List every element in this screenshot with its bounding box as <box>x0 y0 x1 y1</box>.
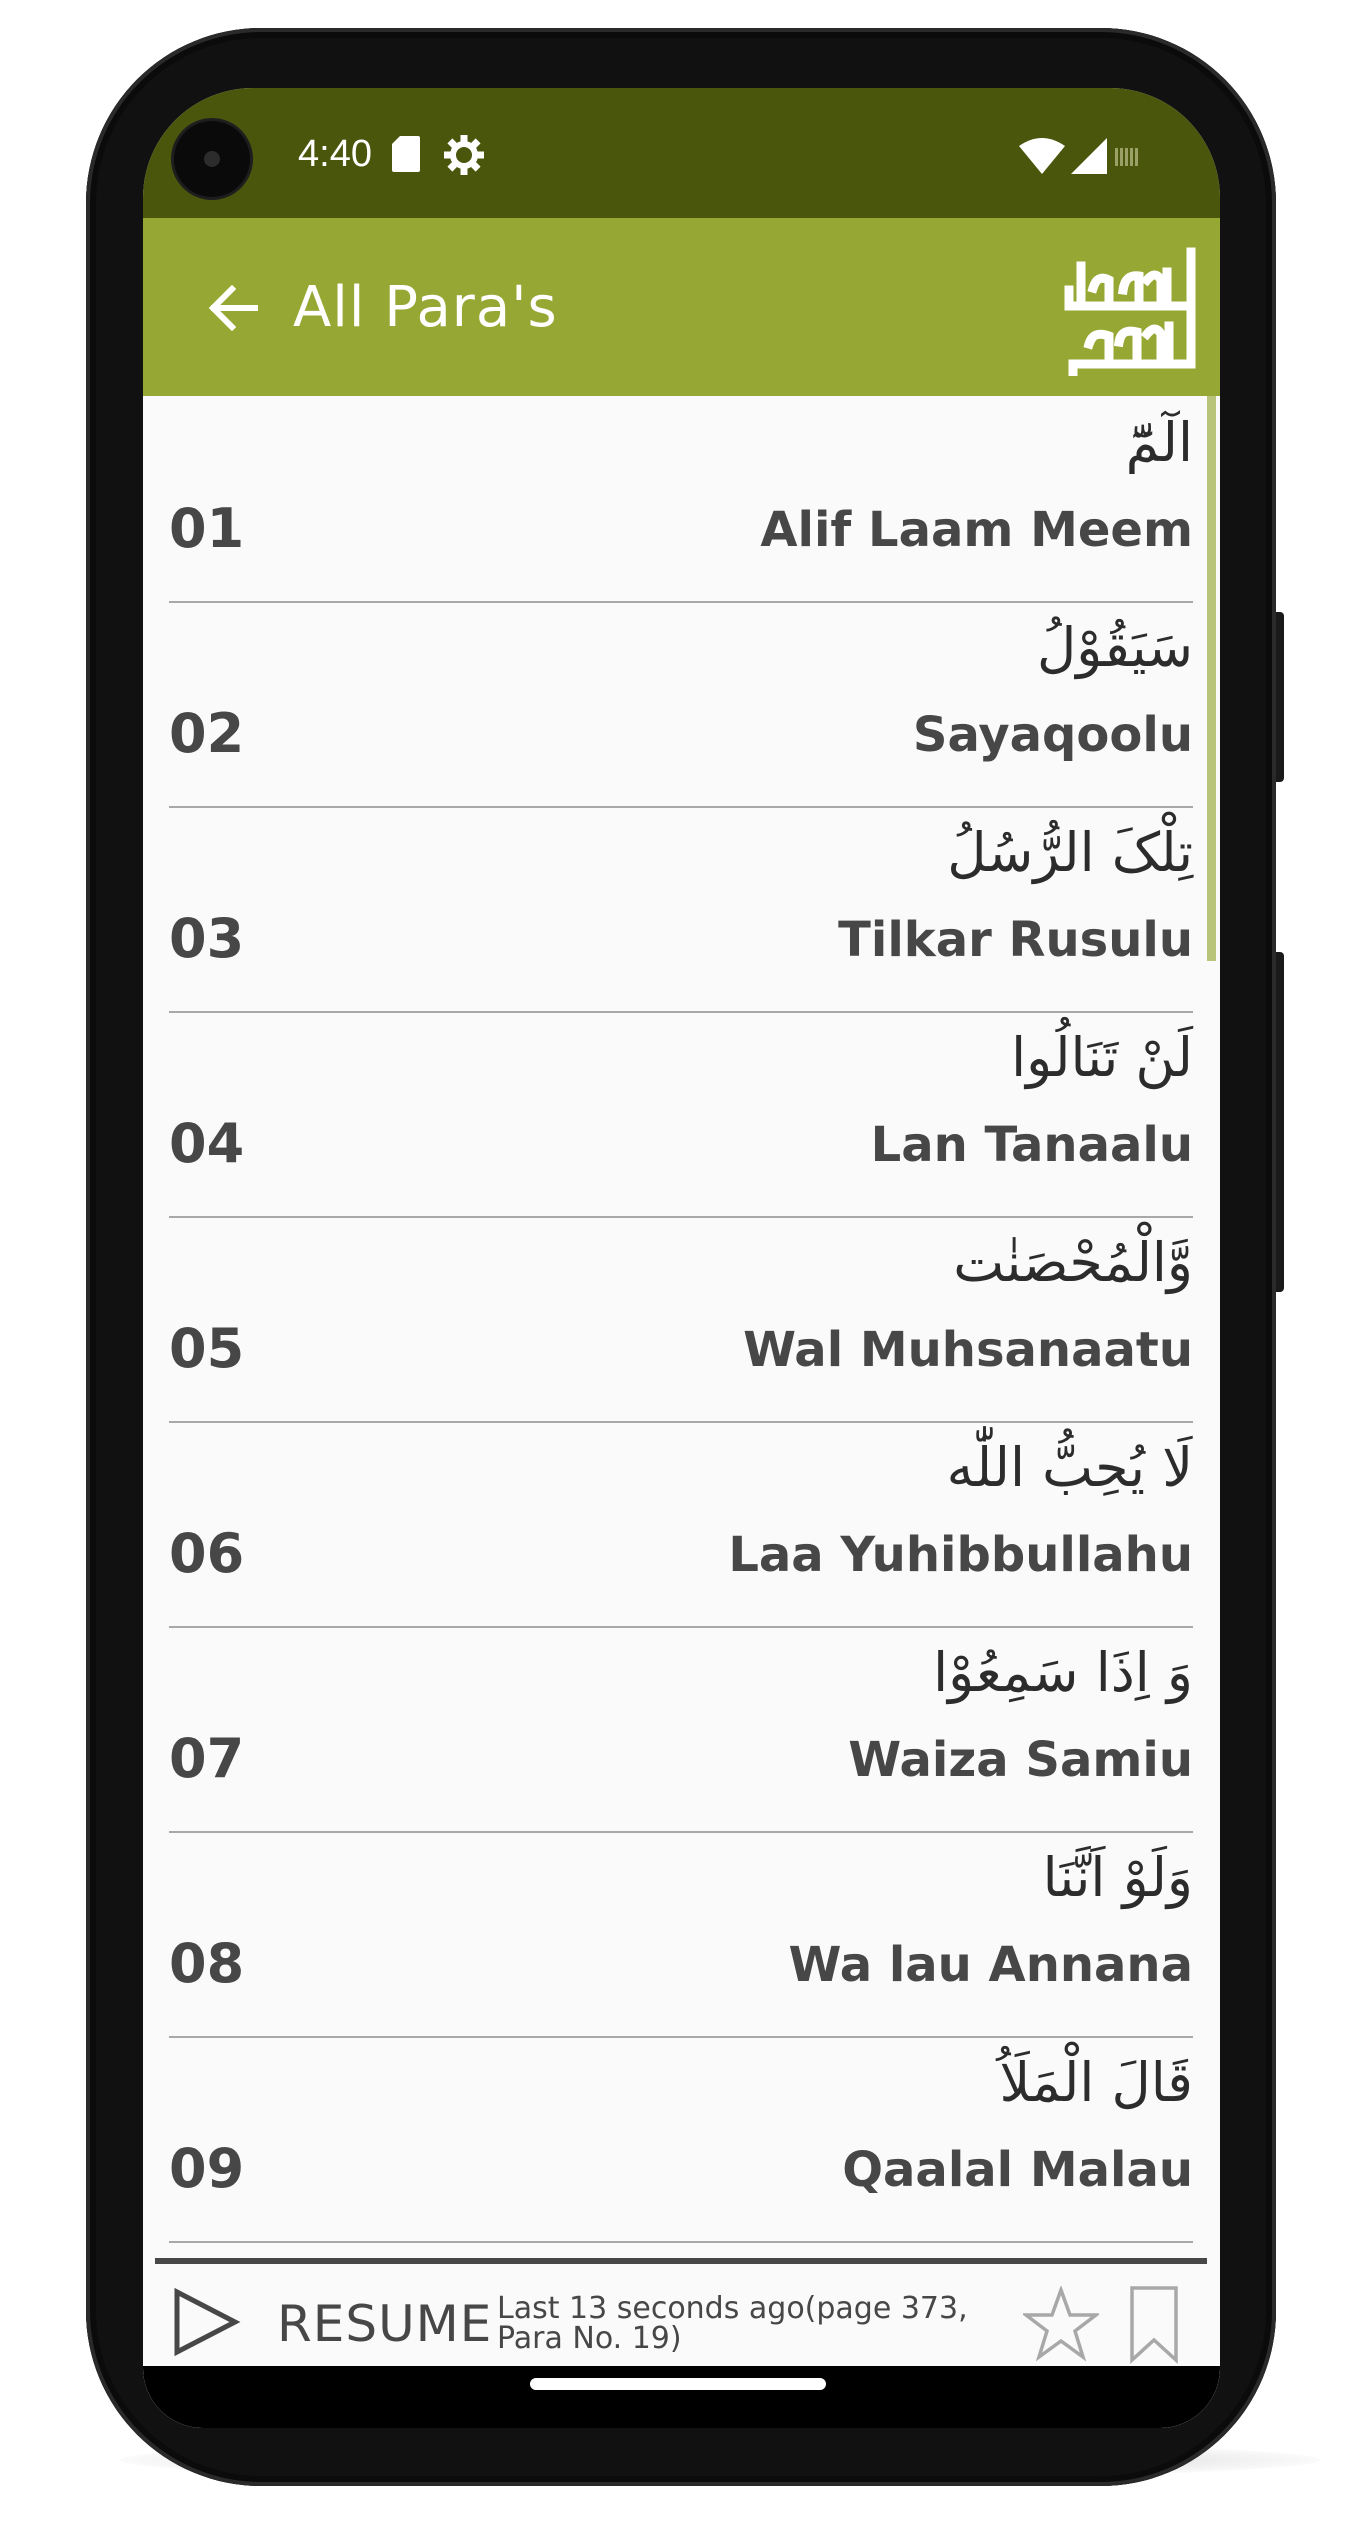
home-indicator[interactable] <box>530 2378 826 2390</box>
page-title: All Para's <box>293 275 558 340</box>
para-arabic-name: تِلْکَ الرُّسُلُ <box>947 821 1193 884</box>
para-transliterated-name: Sayaqoolu <box>912 707 1193 763</box>
resume-info-line1: Last 13 seconds ago(page 373, <box>497 2291 968 2326</box>
screen: 4:40 All Para's الٓمّٓ 01 Alif Laam Meem… <box>143 88 1220 2428</box>
para-arabic-name: وَ اِذَا سَمِعُوْا <box>933 1641 1193 1704</box>
para-arabic-name: الٓمّٓ <box>1125 411 1193 474</box>
resume-info: Last 13 seconds ago(page 373, Para No. 1… <box>497 2294 1017 2354</box>
star-icon[interactable] <box>1023 2286 1099 2362</box>
list-item-para-04[interactable]: لَنْ تَنَالُوا 04 Lan Tanaalu <box>169 1011 1193 1218</box>
settings-gear-icon <box>444 135 484 175</box>
arrow-left-icon <box>208 285 258 331</box>
list-item-para-01[interactable]: الٓمّٓ 01 Alif Laam Meem <box>169 396 1193 603</box>
navigation-bar <box>143 2366 1220 2428</box>
list-scrollbar[interactable] <box>1207 396 1216 961</box>
para-arabic-name: قَالَ الْمَلَاُ <box>999 2051 1193 2114</box>
resume-button[interactable]: RESUME <box>277 2296 492 2352</box>
play-icon[interactable] <box>171 2286 241 2358</box>
quran-logo <box>1064 247 1196 376</box>
front-camera <box>174 121 250 197</box>
list-item-para-07[interactable]: وَ اِذَا سَمِعُوْا 07 Waiza Samiu <box>169 1626 1193 1833</box>
status-bar: 4:40 <box>143 88 1220 218</box>
para-arabic-name: لَنْ تَنَالُوا <box>1011 1026 1193 1089</box>
list-item-para-09[interactable]: قَالَ الْمَلَاُ 09 Qaalal Malau <box>169 2036 1193 2243</box>
list-item-para-03[interactable]: تِلْکَ الرُّسُلُ 03 Tilkar Rusulu <box>169 806 1193 1013</box>
para-list[interactable]: الٓمّٓ 01 Alif Laam Meem سَيَقُوْلُ 02 S… <box>143 396 1220 2276</box>
back-button[interactable] <box>183 258 283 358</box>
bookmark-icon[interactable] <box>1128 2284 1180 2364</box>
status-time: 4:40 <box>298 133 372 175</box>
sd-card-icon <box>392 136 420 172</box>
para-transliterated-name: Qaalal Malau <box>842 2142 1193 2198</box>
para-transliterated-name: Laa Yuhibbullahu <box>728 1527 1193 1583</box>
para-transliterated-name: Wa lau Annana <box>788 1937 1193 1993</box>
para-number: 01 <box>169 497 245 560</box>
para-number: 09 <box>169 2137 245 2200</box>
para-arabic-name: لَا يُحِبُّ اللّٰه <box>946 1436 1193 1499</box>
resume-info-line2: Para No. 19) <box>497 2321 682 2356</box>
para-number: 08 <box>169 1932 245 1995</box>
para-number: 03 <box>169 907 245 970</box>
para-number: 04 <box>169 1112 245 1175</box>
para-arabic-name: وَلَوْ اَنَّنَا <box>1042 1846 1193 1909</box>
para-transliterated-name: Alif Laam Meem <box>760 502 1193 558</box>
para-arabic-name: وَّالْمُحْصَنٰت <box>953 1231 1193 1294</box>
list-item-para-06[interactable]: لَا يُحِبُّ اللّٰه 06 Laa Yuhibbullahu <box>169 1421 1193 1628</box>
para-transliterated-name: Wal Muhsanaatu <box>743 1322 1193 1378</box>
para-number: 07 <box>169 1727 245 1790</box>
para-number: 05 <box>169 1317 245 1380</box>
para-number: 06 <box>169 1522 245 1585</box>
app-toolbar: All Para's <box>143 218 1220 396</box>
list-item-para-05[interactable]: وَّالْمُحْصَنٰت 05 Wal Muhsanaatu <box>169 1216 1193 1423</box>
list-item-para-02[interactable]: سَيَقُوْلُ 02 Sayaqoolu <box>169 601 1193 808</box>
para-transliterated-name: Tilkar Rusulu <box>838 912 1193 968</box>
signal-icon <box>1071 138 1107 174</box>
para-arabic-name: سَيَقُوْلُ <box>1037 616 1193 679</box>
para-transliterated-name: Waiza Samiu <box>848 1732 1193 1788</box>
resume-bar-divider <box>155 2258 1207 2264</box>
wifi-icon <box>1019 138 1065 174</box>
para-number: 02 <box>169 702 245 765</box>
list-item-para-08[interactable]: وَلَوْ اَنَّنَا 08 Wa lau Annana <box>169 1831 1193 2038</box>
para-transliterated-name: Lan Tanaalu <box>870 1117 1193 1173</box>
battery-icon <box>1115 148 1138 166</box>
